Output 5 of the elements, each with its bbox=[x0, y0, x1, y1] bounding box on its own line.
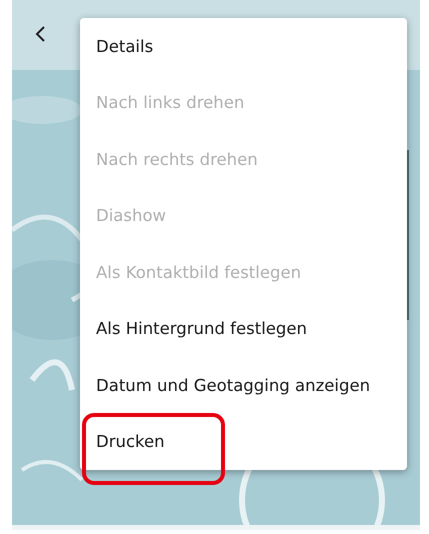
menu-item[interactable]: Datum und Geotagging anzeigen bbox=[80, 357, 407, 414]
back-icon bbox=[34, 25, 46, 43]
menu-item[interactable]: Details bbox=[80, 18, 407, 74]
menu-item[interactable]: Drucken bbox=[80, 414, 407, 470]
menu-item[interactable]: Als Hintergrund festlegen bbox=[80, 300, 407, 357]
